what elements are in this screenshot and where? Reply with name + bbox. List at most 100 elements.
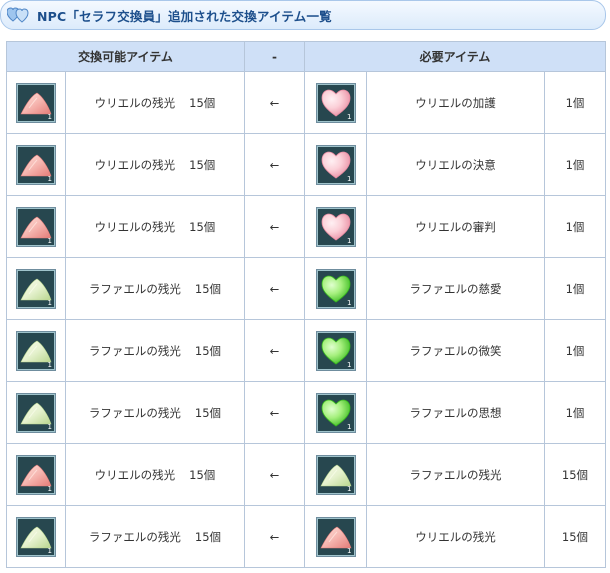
left-item-qty: 15個: [194, 343, 222, 358]
table-row: 1 ラファエルの残光 15個 ← 1 ラファエルの思想 1個: [6, 381, 606, 444]
arrow-cell: ←: [244, 71, 305, 134]
left-item-qty: 15個: [194, 281, 222, 296]
left-item-cell: ウリエルの残光 15個: [65, 443, 245, 506]
right-item-name: ラファエルの思想: [366, 381, 545, 444]
icon-count: 1: [347, 298, 352, 307]
arrow-cell: ←: [244, 505, 305, 568]
right-icon-cell: 1: [304, 443, 367, 506]
icon-count: 1: [347, 422, 352, 431]
right-icon-cell: 1: [304, 195, 367, 258]
left-item-name: ラファエルの残光: [88, 281, 181, 296]
right-icon-cell: 1: [304, 133, 367, 196]
arrow-cell: ←: [244, 319, 305, 382]
left-item-qty: 15個: [189, 95, 216, 110]
left-icon-cell: 1: [6, 71, 66, 134]
left-icon-cell: 1: [6, 443, 66, 506]
right-icon-cell: 1: [304, 505, 367, 568]
pink-heart-icon: 1: [315, 144, 356, 185]
icon-count: 1: [347, 112, 352, 121]
right-icon-cell: 1: [304, 257, 367, 320]
left-item-name: ラファエルの残光: [88, 529, 181, 544]
right-item-name: ラファエルの微笑: [366, 319, 545, 382]
left-item-cell: ラファエルの残光 15個: [65, 319, 245, 382]
exchange-table: 交換可能アイテム - 必要アイテム 1 ウリエルの残光 15個 ← 1 ウリエルの…: [6, 41, 606, 568]
arrow-cell: ←: [244, 381, 305, 444]
right-item-name: ラファエルの残光: [366, 443, 545, 506]
table-row: 1 ウリエルの残光 15個 ← 1 ラファエルの残光 15個: [6, 443, 606, 506]
left-item-qty: 15個: [189, 219, 216, 234]
icon-count: 1: [47, 360, 52, 369]
left-item-cell: ウリエルの残光 15個: [65, 71, 245, 134]
pink-pile-icon: 1: [315, 516, 356, 557]
arrow-cell: ←: [244, 195, 305, 258]
arrow-cell: ←: [244, 133, 305, 196]
left-item-cell: ラファエルの残光 15個: [65, 381, 245, 444]
left-item-qty: 15個: [189, 157, 216, 172]
right-item-qty: 1個: [544, 381, 606, 444]
left-item-name: ラファエルの残光: [88, 405, 181, 420]
left-item-qty: 15個: [194, 529, 222, 544]
right-item-qty: 1個: [544, 133, 606, 196]
left-item-name: ウリエルの残光: [94, 95, 176, 110]
pink-heart-icon: 1: [315, 206, 356, 247]
table-row: 1 ラファエルの残光 15個 ← 1 ラファエルの慈愛 1個: [6, 257, 606, 320]
pink-heart-icon: 1: [315, 82, 356, 123]
icon-count: 1: [347, 236, 352, 245]
right-item-name: ウリエルの残光: [366, 505, 545, 568]
right-item-name: ウリエルの加護: [366, 71, 545, 134]
left-item-cell: ラファエルの残光 15個: [65, 505, 245, 568]
left-item-cell: ウリエルの残光 15個: [65, 133, 245, 196]
green-heart-icon: 1: [315, 268, 356, 309]
title-bar: NPC「セラフ交換員」追加された交換アイテム一覧: [0, 0, 606, 30]
green-heart-icon: 1: [315, 330, 356, 371]
green-pile-icon: 1: [16, 268, 56, 309]
table-row: 1 ウリエルの残光 15個 ← 1 ウリエルの加護 1個: [6, 71, 606, 134]
icon-count: 1: [47, 484, 52, 493]
table-row: 1 ラファエルの残光 15個 ← 1 ラファエルの微笑 1個: [6, 319, 606, 382]
left-item-name: ラファエルの残光: [88, 343, 181, 358]
icon-count: 1: [47, 112, 52, 121]
icon-count: 1: [47, 236, 52, 245]
arrow-cell: ←: [244, 443, 305, 506]
right-item-qty: 1個: [544, 257, 606, 320]
pink-pile-icon: 1: [16, 144, 56, 185]
left-icon-cell: 1: [6, 505, 66, 568]
green-pile-icon: 1: [16, 516, 56, 557]
pink-pile-icon: 1: [16, 206, 56, 247]
right-item-qty: 15個: [544, 443, 606, 506]
icon-count: 1: [347, 360, 352, 369]
right-item-qty: 1個: [544, 195, 606, 258]
table-row: 1 ラファエルの残光 15個 ← 1 ウリエルの残光 15個: [6, 505, 606, 568]
left-icon-cell: 1: [6, 195, 66, 258]
left-item-qty: 15個: [194, 405, 222, 420]
arrow-cell: ←: [244, 257, 305, 320]
left-icon-cell: 1: [6, 257, 66, 320]
green-heart-icon: 1: [315, 392, 356, 433]
right-item-name: ウリエルの審判: [366, 195, 545, 258]
pink-pile-icon: 1: [16, 454, 56, 495]
icon-count: 1: [347, 484, 352, 493]
right-item-name: ラファエルの慈愛: [366, 257, 545, 320]
left-icon-cell: 1: [6, 381, 66, 444]
right-item-qty: 15個: [544, 505, 606, 568]
header-exchangeable: 交換可能アイテム: [6, 41, 245, 72]
icon-count: 1: [47, 174, 52, 183]
left-item-name: ウリエルの残光: [94, 467, 176, 482]
right-item-name: ウリエルの決意: [366, 133, 545, 196]
right-item-qty: 1個: [544, 319, 606, 382]
left-item-cell: ウリエルの残光 15個: [65, 195, 245, 258]
pink-pile-icon: 1: [16, 82, 56, 123]
right-icon-cell: 1: [304, 381, 367, 444]
right-item-qty: 1個: [544, 71, 606, 134]
icon-count: 1: [347, 546, 352, 555]
icon-count: 1: [47, 546, 52, 555]
left-icon-cell: 1: [6, 133, 66, 196]
left-item-name: ウリエルの残光: [94, 219, 176, 234]
left-icon-cell: 1: [6, 319, 66, 382]
double-heart-icon: [3, 0, 33, 30]
icon-count: 1: [47, 298, 52, 307]
green-pile-icon: 1: [315, 454, 356, 495]
left-item-name: ウリエルの残光: [94, 157, 176, 172]
table-row: 1 ウリエルの残光 15個 ← 1 ウリエルの決意 1個: [6, 133, 606, 196]
table-header-row: 交換可能アイテム - 必要アイテム: [6, 41, 606, 72]
